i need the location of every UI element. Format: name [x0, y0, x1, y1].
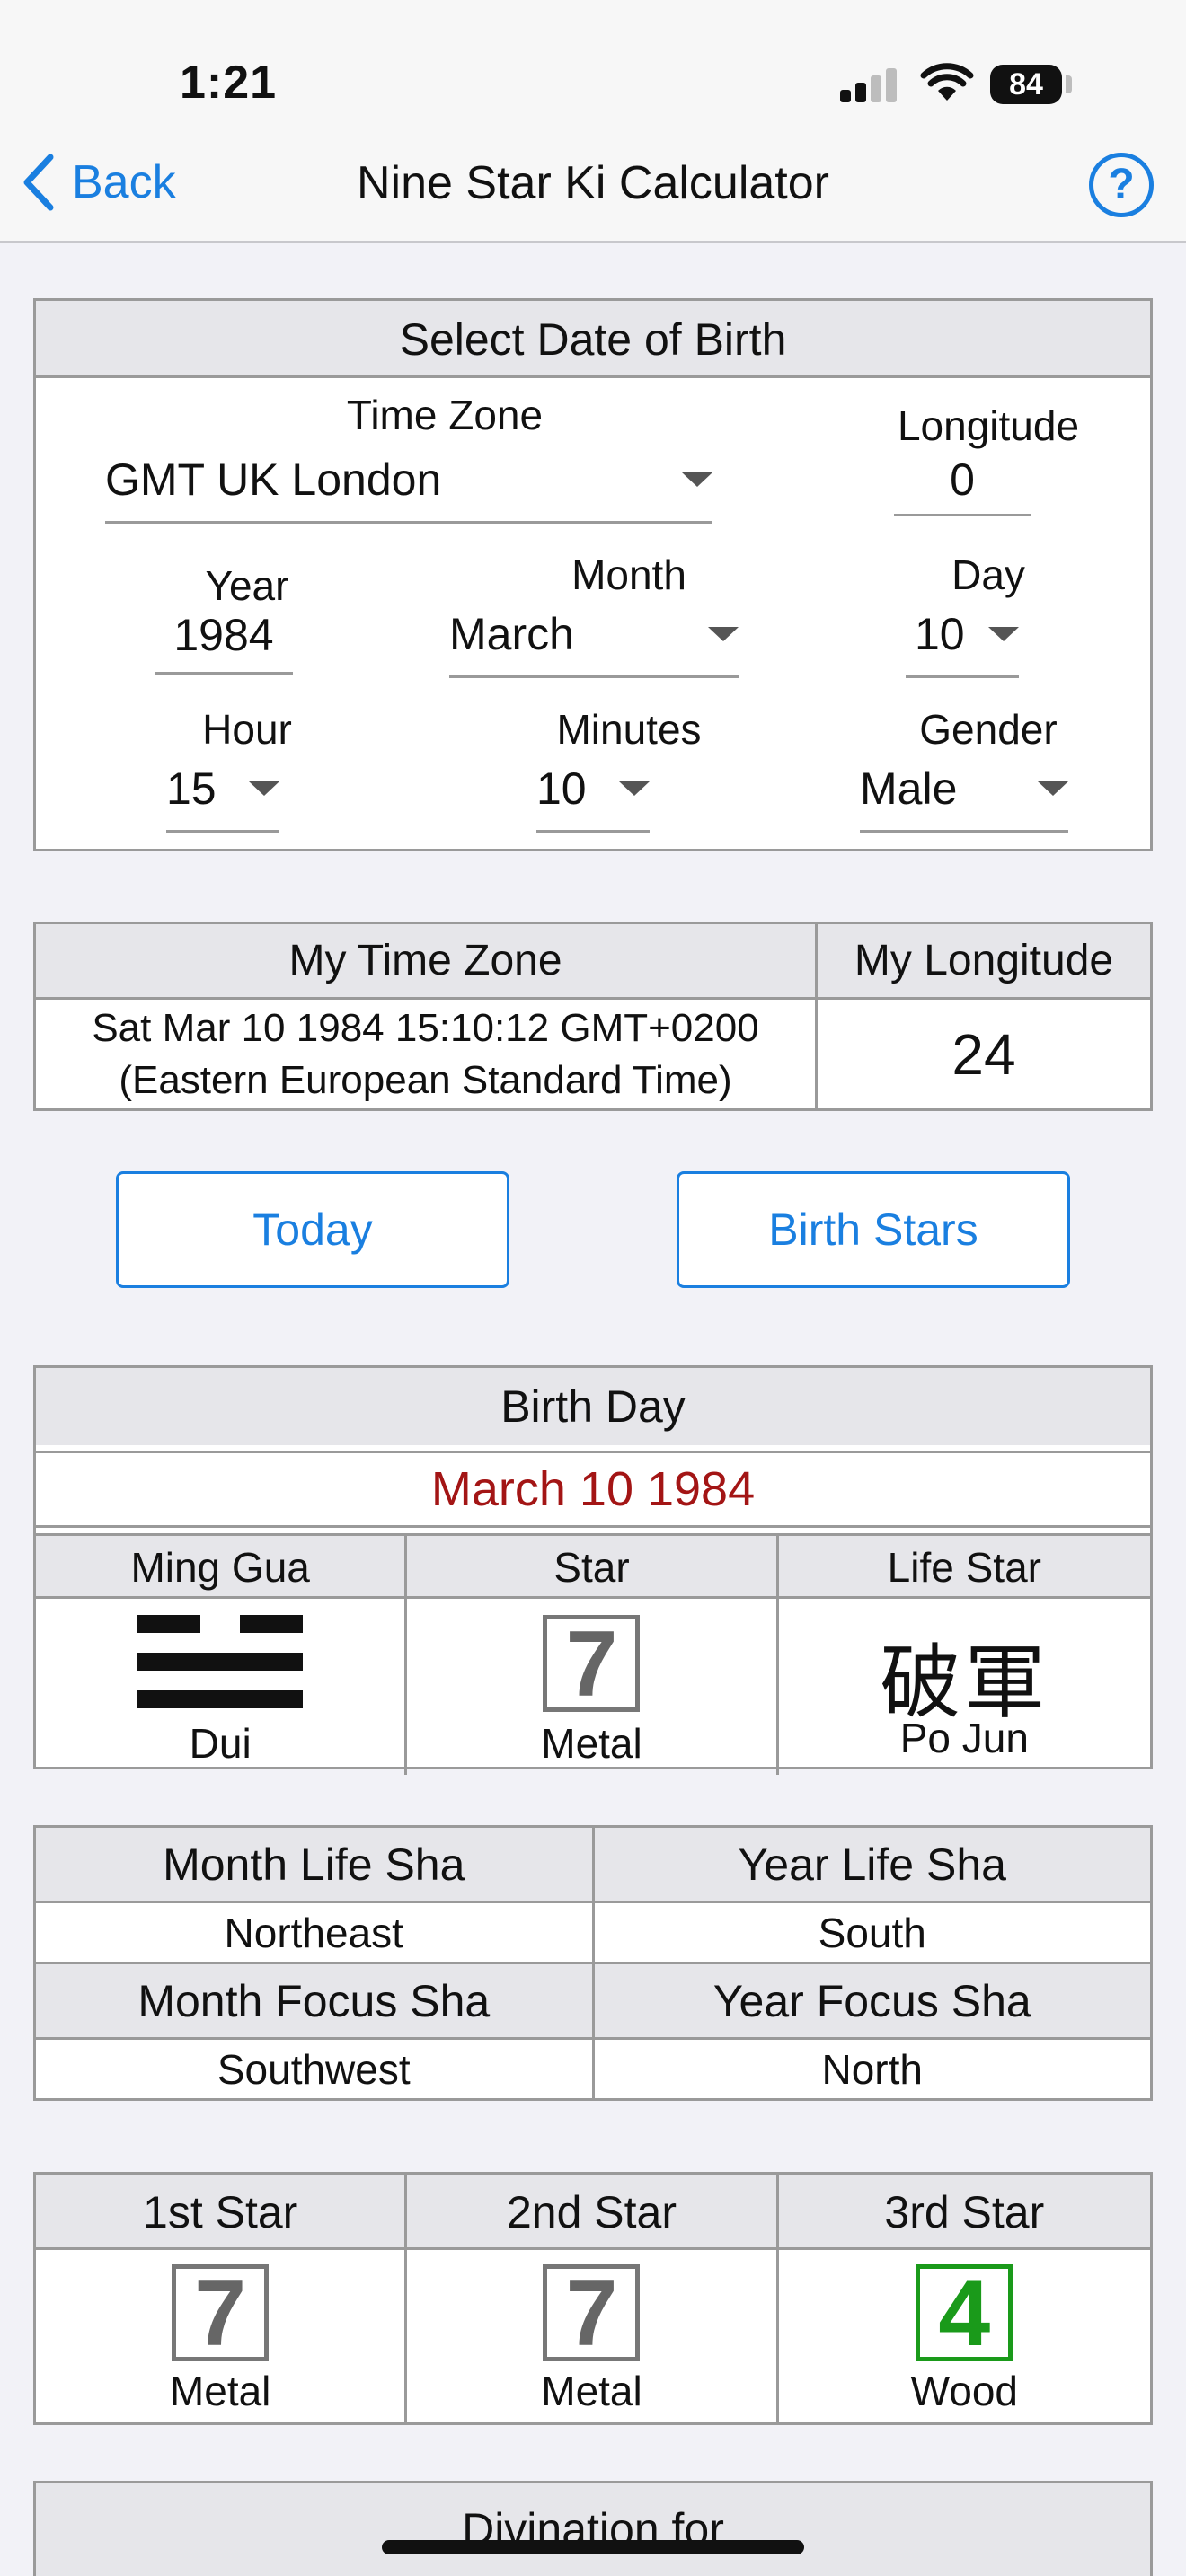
ming-gua-header: Ming Gua	[36, 1536, 408, 1599]
chevron-down-icon	[1038, 781, 1068, 796]
back-button[interactable]: Back	[20, 151, 176, 214]
first-star-badge: 7	[172, 2264, 270, 2361]
third-star-header: 3rd Star	[778, 2175, 1150, 2250]
year-value: 1984	[173, 609, 274, 660]
year-focus-sha-label: Year Focus Sha	[591, 1962, 1153, 2040]
page-title: Nine Star Ki Calculator	[357, 157, 829, 209]
star-element: Metal	[541, 1720, 642, 1767]
third-star-badge: 4	[916, 2264, 1013, 2361]
battery-cap	[1066, 75, 1072, 93]
month-focus-sha-value: Southwest	[33, 2037, 595, 2101]
hour-select[interactable]: 15	[166, 746, 279, 833]
my-longitude-header: My Longitude	[815, 922, 1153, 1000]
my-timezone-header: My Time Zone	[33, 922, 818, 1000]
stars-value-row: 7 Metal 7 Metal 4 Wood	[36, 2250, 1150, 2422]
timezone-select[interactable]: GMT UK London	[105, 437, 712, 524]
chevron-down-icon	[708, 626, 739, 641]
chevron-down-icon	[249, 781, 279, 796]
gender-value: Male	[860, 763, 958, 814]
second-star-cell: 7 Metal	[407, 2250, 779, 2422]
birth-date: March 10 1984	[36, 1451, 1150, 1528]
nav-bar: Back Nine Star Ki Calculator ?	[0, 135, 1186, 243]
star-number-badge: 7	[543, 1615, 641, 1712]
ming-gua-cell: Dui	[36, 1599, 408, 1775]
stars-panel: 1st Star 2nd Star 3rd Star 7 Metal 7 Met…	[33, 2172, 1153, 2425]
year-input[interactable]: 1984	[155, 597, 293, 675]
second-star-element: Metal	[541, 2368, 642, 2414]
life-star-header: Life Star	[778, 1536, 1150, 1599]
star-header: Star	[407, 1536, 779, 1599]
second-star-badge: 7	[543, 2264, 641, 2361]
birth-day-columns: Ming Gua Star Life Star	[36, 1533, 1150, 1599]
year-focus-sha-value: North	[591, 2037, 1153, 2101]
month-life-sha-value: Northeast	[33, 1901, 595, 1964]
year-life-sha-value: South	[591, 1901, 1153, 1964]
timezone-line-2: (Eastern European Standard Time)	[119, 1057, 732, 1102]
first-star-element: Metal	[169, 2368, 271, 2414]
longitude-value: 0	[950, 454, 975, 505]
chevron-down-icon	[619, 781, 650, 796]
second-star-header: 2nd Star	[407, 2175, 779, 2250]
month-value: March	[449, 608, 574, 659]
chevron-left-icon	[23, 154, 54, 211]
first-star-header: 1st Star	[36, 2175, 408, 2250]
month-life-sha-label: Month Life Sha	[33, 1825, 595, 1903]
cellular-signal-icon	[840, 68, 898, 102]
day-value: 10	[915, 608, 965, 659]
my-timezone-value: Sat Mar 10 1984 15:10:12 GMT+0200 (Easte…	[33, 997, 818, 1111]
third-star-cell: 4 Wood	[779, 2250, 1150, 2422]
home-indicator[interactable]	[382, 2540, 804, 2554]
month-select[interactable]: March	[449, 592, 739, 678]
divination-header: Divination for	[33, 2481, 1153, 2576]
star-cell: 7 Metal	[407, 1599, 779, 1775]
gua-name: Dui	[189, 1720, 252, 1767]
status-time: 1:21	[180, 57, 278, 109]
dui-trigram-icon	[137, 1615, 304, 1708]
third-star-element: Wood	[910, 2368, 1018, 2414]
year-life-sha-label: Year Life Sha	[591, 1825, 1153, 1903]
minutes-value: 10	[536, 763, 587, 814]
chevron-down-icon	[682, 472, 712, 487]
minutes-select[interactable]: 10	[536, 746, 650, 833]
birth-stars-button[interactable]: Birth Stars	[677, 1171, 1070, 1288]
sha-table: Month Life Sha Year Life Sha Northeast S…	[33, 1825, 1153, 2101]
month-focus-sha-label: Month Focus Sha	[33, 1962, 595, 2040]
timezone-value: GMT UK London	[105, 454, 442, 505]
birth-day-panel: Birth Day March 10 1984 Ming Gua Star Li…	[33, 1365, 1153, 1775]
my-timezone-table: My Time Zone My Longitude Sat Mar 10 198…	[33, 922, 1153, 1111]
longitude-label: Longitude	[897, 402, 1080, 449]
help-icon[interactable]: ?	[1089, 153, 1154, 217]
birth-day-header: Birth Day	[36, 1368, 1150, 1445]
back-label: Back	[72, 156, 176, 208]
first-star-cell: 7 Metal	[36, 2250, 408, 2422]
day-select[interactable]: 10	[906, 592, 1019, 678]
birth-day-values: Dui 7 Metal 破軍 Po Jun	[36, 1599, 1150, 1775]
status-bar: 1:21 84	[0, 0, 1186, 135]
dob-header: Select Date of Birth	[36, 301, 1150, 378]
timezone-label: Time Zone	[346, 392, 544, 438]
battery-icon: 84	[990, 65, 1062, 104]
life-star-cell: 破軍 Po Jun	[779, 1599, 1150, 1775]
stars-header-row: 1st Star 2nd Star 3rd Star	[36, 2175, 1150, 2250]
life-star-name: Po Jun	[899, 1715, 1029, 1761]
hour-value: 15	[166, 763, 217, 814]
timezone-line-1: Sat Mar 10 1984 15:10:12 GMT+0200	[92, 1005, 759, 1050]
gender-select[interactable]: Male	[860, 746, 1068, 833]
today-button[interactable]: Today	[116, 1171, 509, 1288]
wifi-icon	[920, 63, 974, 101]
date-of-birth-panel: Select Date of Birth Time Zone GMT UK Lo…	[33, 298, 1153, 851]
longitude-input[interactable]: 0	[894, 445, 1031, 516]
my-longitude-value: 24	[815, 997, 1153, 1111]
chevron-down-icon	[988, 626, 1019, 641]
